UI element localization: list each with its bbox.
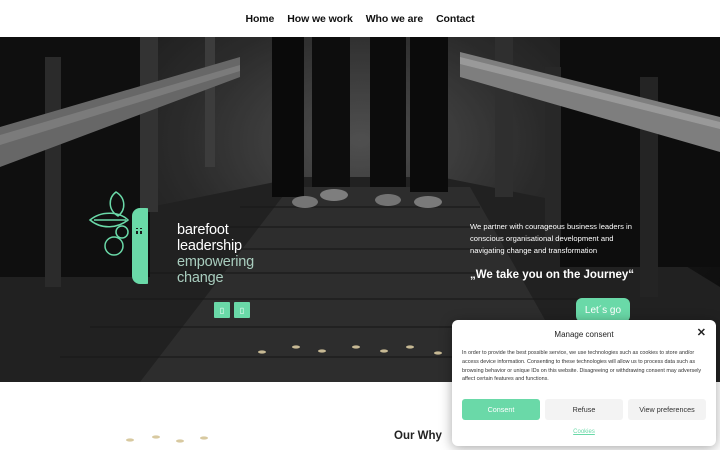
hero-description: We partner with courageous business lead…: [470, 222, 632, 255]
slider-prev-button[interactable]: ▯: [214, 302, 230, 318]
consent-refuse-button[interactable]: Refuse: [545, 399, 623, 420]
top-navigation: Home How we work Who we are Contact: [0, 0, 720, 37]
close-icon[interactable]: ✕: [697, 328, 706, 339]
slider-next-button[interactable]: ▯: [234, 302, 250, 318]
brand-wordmark: barefoot leadership empowering change: [177, 222, 254, 286]
brand-line-change: change: [177, 270, 224, 286]
consent-title: Manage consent: [554, 330, 614, 339]
nav-who-we-are-link[interactable]: Who we are: [366, 13, 423, 25]
brand-line-empowering: empowering: [177, 254, 254, 270]
brand-line-leadership: leadership: [177, 238, 242, 254]
footprints-decoration-icon: [126, 435, 208, 443]
our-why-heading: Our Why: [394, 430, 442, 442]
consent-accept-button[interactable]: Consent: [462, 399, 540, 420]
consent-description: In order to provide the best possible se…: [462, 350, 702, 383]
cookies-policy-link[interactable]: Cookies: [452, 429, 716, 435]
nav-how-we-work-link[interactable]: How we work: [287, 13, 353, 25]
brand-line-barefoot: barefoot: [177, 222, 229, 238]
hero-quote: „We take you on the Journey“: [470, 269, 635, 281]
nav-contact-link[interactable]: Contact: [436, 13, 474, 25]
swiss-knife-logo-icon: [88, 191, 148, 284]
lets-go-button[interactable]: Let´s go: [576, 298, 630, 322]
nav-home-link[interactable]: Home: [246, 13, 275, 25]
cookie-consent-dialog: Manage consent ✕ In order to provide the…: [452, 320, 716, 446]
view-preferences-button[interactable]: View preferences: [628, 399, 706, 420]
page: Home How we work Who we are Contact bare…: [0, 0, 720, 450]
